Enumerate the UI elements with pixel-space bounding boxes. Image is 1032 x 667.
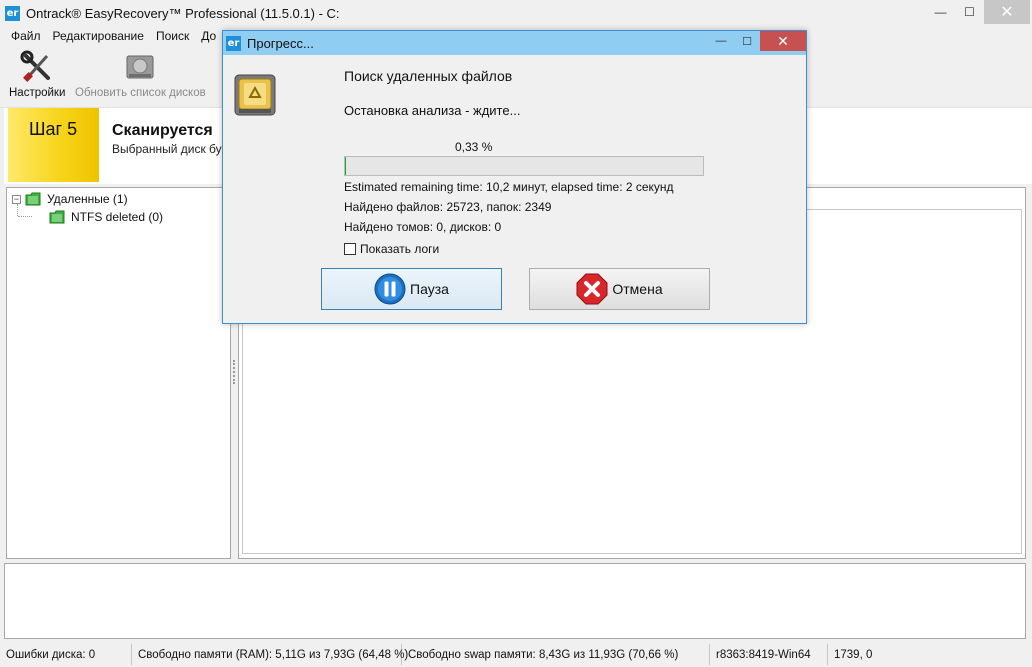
show-logs-checkbox[interactable]: Показать логи xyxy=(344,242,439,256)
pane-splitter[interactable] xyxy=(233,360,235,384)
dialog-title-bar: er Прогресс... — ☐ ✕ xyxy=(223,31,806,55)
progress-fill xyxy=(345,157,347,175)
cancel-icon xyxy=(576,273,608,305)
folder-icon xyxy=(49,210,65,224)
refresh-disks-button[interactable]: Обновить список дисков xyxy=(75,50,206,99)
tools-icon xyxy=(20,50,54,84)
cancel-label: Отмена xyxy=(612,281,663,297)
pause-label: Пауза xyxy=(410,281,449,297)
tree-connector xyxy=(18,216,32,217)
step-number: Шаг 5 xyxy=(29,119,78,139)
status-ram: Свободно памяти (RAM): 5,11G из 7,93G (6… xyxy=(132,644,408,665)
settings-label: Настройки xyxy=(9,87,66,99)
dialog-maximize-button[interactable]: ☐ xyxy=(734,31,760,51)
dialog-close-button[interactable]: ✕ xyxy=(760,31,806,51)
maximize-button[interactable]: ☐ xyxy=(955,0,984,24)
dialog-title: Прогресс... xyxy=(247,35,314,51)
disk-icon xyxy=(123,50,157,84)
main-title-bar: er Ontrack® EasyRecovery™ Professional (… xyxy=(0,0,1032,26)
status-disk-errors: Ошибки диска: 0 xyxy=(0,644,132,665)
status-coords: 1739, 0 xyxy=(834,648,873,661)
tree-item-label: Удаленные (1) xyxy=(47,192,128,206)
recycle-disk-icon xyxy=(234,74,276,116)
progress-dialog: er Прогресс... — ☐ ✕ Поиск удаленных фай… xyxy=(222,30,807,324)
refresh-disks-label: Обновить список дисков xyxy=(75,87,206,99)
checkbox-box[interactable] xyxy=(344,243,356,255)
status-swap: Свободно swap памяти: 8,43G из 11,93G (7… xyxy=(402,644,710,665)
app-icon: er xyxy=(226,35,241,51)
tree-connector xyxy=(17,204,18,216)
minimize-button[interactable]: — xyxy=(926,0,955,24)
progress-percent: 0,33 % xyxy=(455,140,493,154)
window-controls: — ☐ ✕ xyxy=(926,0,1032,24)
show-logs-label: Показать логи xyxy=(360,242,440,256)
dialog-status: Остановка анализа - ждите... xyxy=(344,103,521,118)
window-title: Ontrack® EasyRecovery™ Professional (11.… xyxy=(26,5,340,21)
menu-more[interactable]: До xyxy=(195,29,222,43)
status-build: r8363:8419-Win64 xyxy=(710,644,828,665)
pause-icon xyxy=(374,273,406,305)
found-volumes-text: Найдено томов: 0, дисков: 0 xyxy=(344,220,502,234)
log-pane[interactable] xyxy=(4,563,1026,639)
menu-file[interactable]: Файл xyxy=(0,29,47,43)
dialog-heading: Поиск удаленных файлов xyxy=(344,68,513,84)
tree-item-deleted[interactable]: − Удаленные (1) xyxy=(12,192,128,206)
status-bar: Ошибки диска: 0 Свободно памяти (RAM): 5… xyxy=(0,642,1032,667)
folder-icon xyxy=(25,192,41,206)
pause-button[interactable]: Пауза xyxy=(321,268,502,310)
found-files-text: Найдено файлов: 25723, папок: 2349 xyxy=(344,200,552,214)
dialog-minimize-button[interactable]: — xyxy=(708,31,734,51)
cancel-button[interactable]: Отмена xyxy=(529,268,710,310)
close-button[interactable]: ✕ xyxy=(984,0,1030,24)
tree-item-ntfs[interactable]: NTFS deleted (0) xyxy=(49,210,163,224)
tree-item-label: NTFS deleted (0) xyxy=(71,210,164,224)
menu-edit[interactable]: Редактирование xyxy=(47,29,150,43)
remaining-time-text: Estimated remaining time: 10,2 минут, el… xyxy=(344,180,674,194)
settings-button[interactable]: Настройки xyxy=(9,50,65,99)
step-badge: Шаг 5 xyxy=(8,108,99,182)
step-title: Сканируется xyxy=(112,122,213,139)
menu-search[interactable]: Поиск xyxy=(150,29,195,43)
folder-tree-pane[interactable]: − Удаленные (1) NTFS deleted (0) xyxy=(6,187,231,559)
progress-bar xyxy=(344,156,704,176)
step-subtitle: Выбранный диск бу xyxy=(112,142,222,156)
app-icon: er xyxy=(5,5,20,21)
tree-expander[interactable]: − xyxy=(12,194,21,204)
dialog-controls: — ☐ ✕ xyxy=(708,31,806,51)
